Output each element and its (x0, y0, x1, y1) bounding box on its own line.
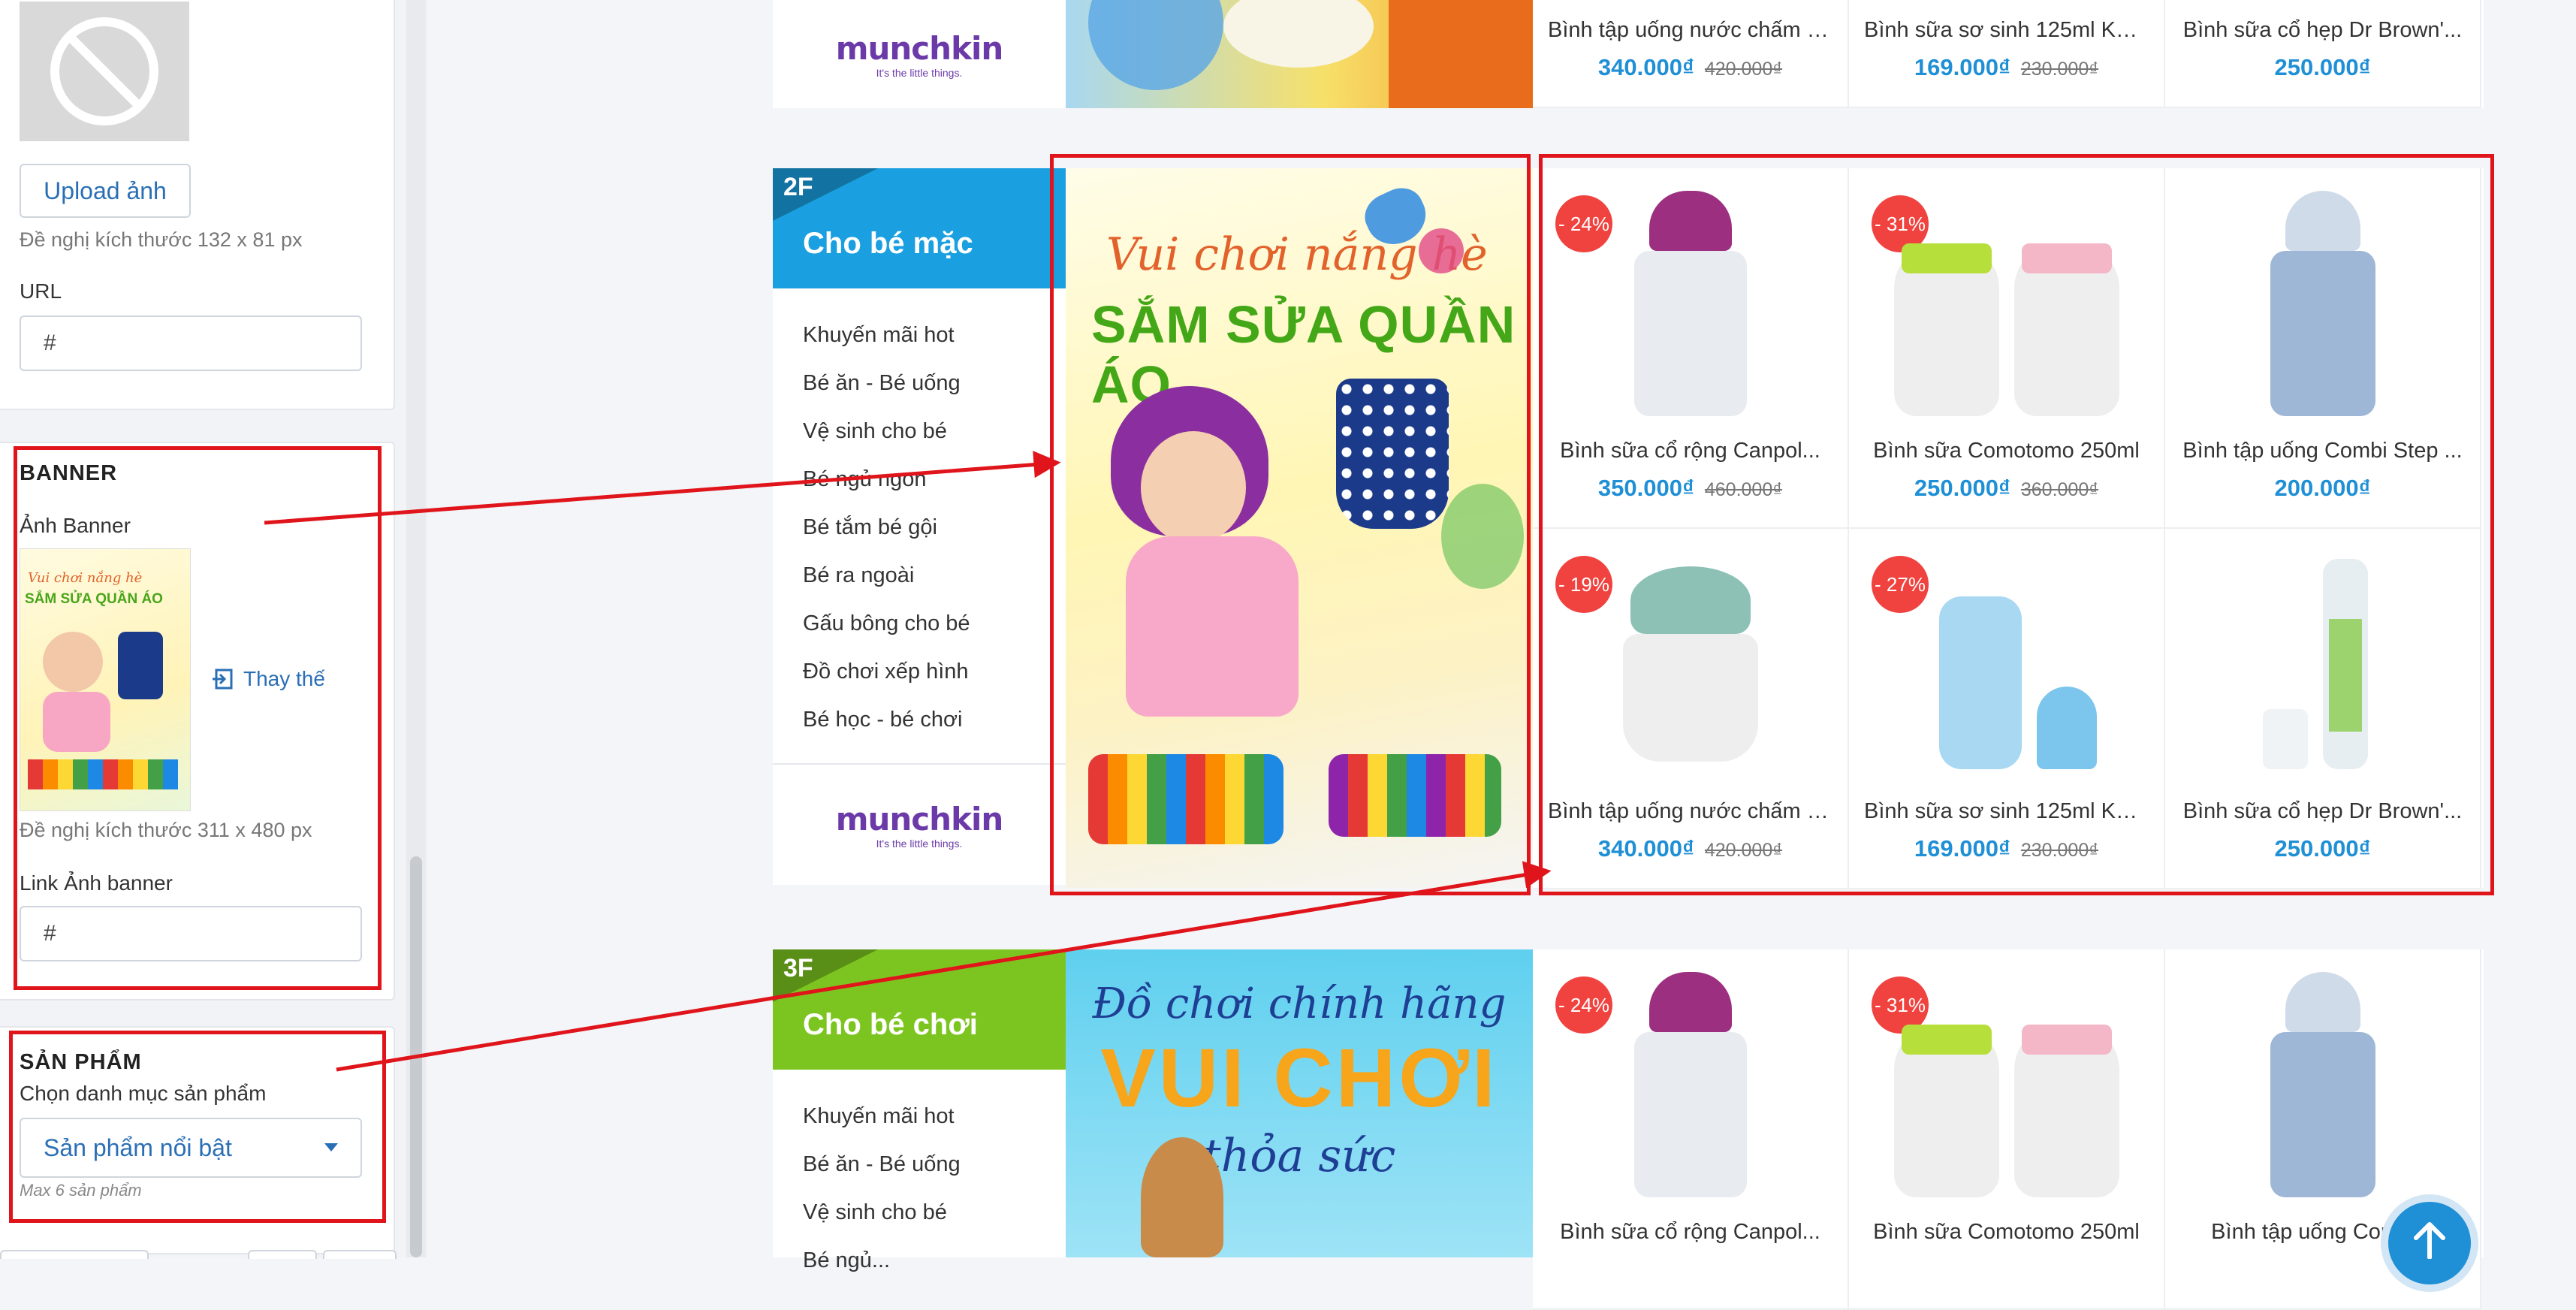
arrow-banner-to-image (264, 462, 1041, 525)
annotation-arrows (264, 451, 1552, 1072)
arrow-products-to-grid (336, 872, 1529, 1072)
arrow-head-products (1522, 861, 1552, 889)
arrow-head-banner (1033, 451, 1061, 478)
